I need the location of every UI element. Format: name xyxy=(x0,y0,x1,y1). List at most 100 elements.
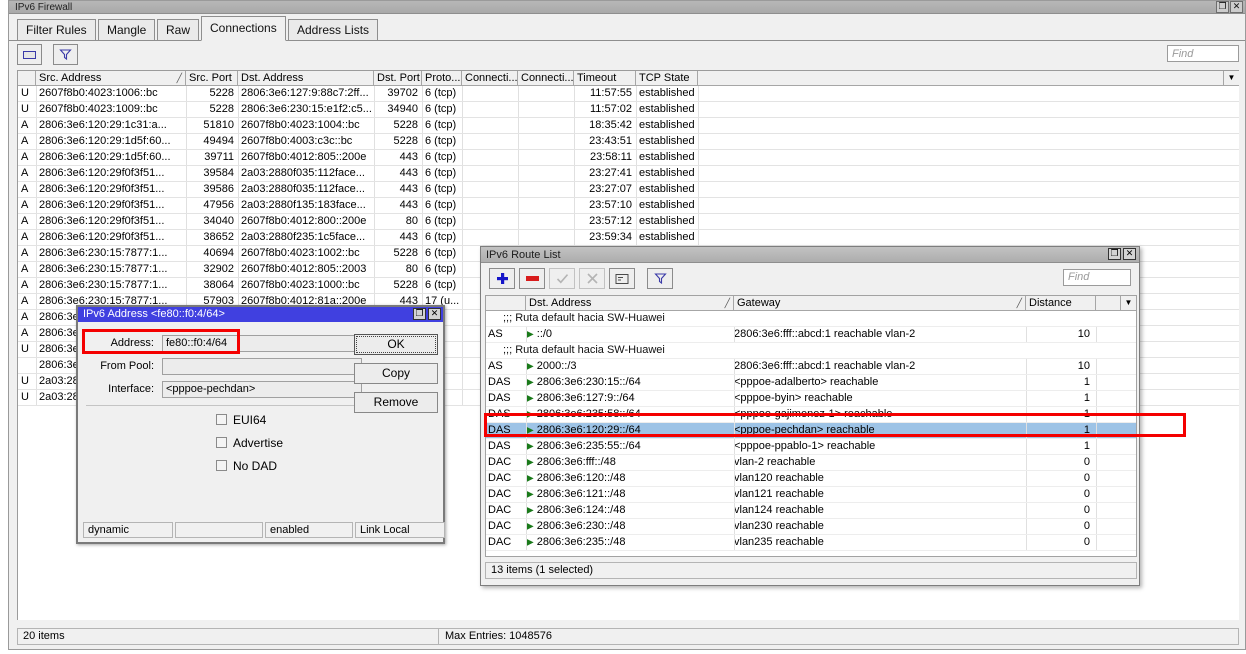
enable-route-button[interactable] xyxy=(549,268,575,289)
column-header-tcp_state[interactable]: TCP State xyxy=(636,71,698,85)
ok-button[interactable]: OK xyxy=(354,334,438,355)
column-divider xyxy=(1026,423,1027,438)
route-row[interactable]: DAS▶ 2806:3e6:120:29::/64<pppoe-pechdan>… xyxy=(486,423,1136,439)
interface-input[interactable]: <pppoe-pechdan> xyxy=(162,381,362,398)
route-row[interactable]: AS▶ 2000::/32806:3e6:fff::abcd:1 reachab… xyxy=(486,359,1136,375)
column-header-src_address[interactable]: Src. Address╱ xyxy=(36,71,186,85)
route-column-header-gateway[interactable]: Gateway╱ xyxy=(734,296,1026,310)
route-column-header-dst_address[interactable]: Dst. Address╱ xyxy=(526,296,734,310)
route-row[interactable]: DAS▶ 2806:3e6:235:58::/64<pppoe-gajimene… xyxy=(486,407,1136,423)
address-input[interactable]: fe80::f0:4/64 xyxy=(162,335,362,352)
column-header-flag[interactable] xyxy=(18,71,36,85)
column-divider xyxy=(518,118,519,133)
table-row[interactable]: A2806:3e6:120:29f0f3f51...395842a03:2880… xyxy=(18,166,1239,182)
column-divider xyxy=(574,86,575,101)
route-row[interactable]: DAC▶ 2806:3e6:230::/48vlan230 reachable0 xyxy=(486,519,1136,535)
table-row[interactable]: A2806:3e6:120:29:1d5f:60...397112607f8b0… xyxy=(18,150,1239,166)
route-row[interactable]: DAS▶ 2806:3e6:127:9::/64<pppoe-byin> rea… xyxy=(486,391,1136,407)
table-row[interactable]: U2607f8b0:4023:1009::bc52282806:3e6:230:… xyxy=(18,102,1239,118)
table-row[interactable]: A2806:3e6:120:29:1c31:a...518102607f8b0:… xyxy=(18,118,1239,134)
remove-route-button[interactable] xyxy=(519,268,545,289)
sort-ascending-icon: ╱ xyxy=(725,296,730,310)
column-divider xyxy=(36,310,37,325)
tab-address-lists[interactable]: Address Lists xyxy=(288,19,378,40)
cell-proto: 6 (tcp) xyxy=(422,246,462,261)
route-row[interactable]: DAC▶ 2806:3e6:fff::/48vlan-2 reachable0 xyxy=(486,455,1136,471)
tab-raw[interactable]: Raw xyxy=(157,19,199,40)
route-filter-button[interactable] xyxy=(647,268,673,289)
checkbox-eui64[interactable]: EUI64 xyxy=(216,413,266,428)
firewall-find-input[interactable]: Find xyxy=(1167,45,1239,62)
column-divider xyxy=(462,374,463,389)
route-column-chooser-chevron-down-icon[interactable]: ▼ xyxy=(1120,296,1136,310)
table-row[interactable]: A2806:3e6:120:29f0f3f51...395862a03:2880… xyxy=(18,182,1239,198)
route-find-input[interactable]: Find xyxy=(1063,269,1131,286)
close-icon[interactable]: ✕ xyxy=(1123,248,1136,260)
filter-button[interactable] xyxy=(53,44,78,65)
checkbox-no-dad[interactable]: No DAD xyxy=(216,459,277,474)
route-column-header-flags[interactable] xyxy=(486,296,526,310)
column-header-spare[interactable] xyxy=(698,71,1239,85)
close-icon[interactable]: ✕ xyxy=(428,308,441,320)
restore-icon[interactable]: ❐ xyxy=(413,308,426,320)
route-row[interactable]: DAC▶ 2806:3e6:124::/48vlan124 reachable0 xyxy=(486,503,1136,519)
route-comment-row[interactable]: ;;; Ruta default hacia SW-Huawei xyxy=(486,311,1136,327)
tab-filter-rules[interactable]: Filter Rules xyxy=(17,19,96,40)
route-column-header-distance[interactable]: Distance xyxy=(1026,296,1096,310)
column-header-src_port[interactable]: Src. Port xyxy=(186,71,238,85)
route-row[interactable]: DAS▶ 2806:3e6:235:55::/64<pppoe-ppablo-1… xyxy=(486,439,1136,455)
cell-flag: U xyxy=(18,342,36,357)
restore-icon[interactable]: ❐ xyxy=(1108,248,1121,260)
status-segment: enabled xyxy=(265,522,353,538)
table-row[interactable]: A2806:3e6:120:29:1d5f:60...494942607f8b0… xyxy=(18,134,1239,150)
column-header-dst_address[interactable]: Dst. Address xyxy=(238,71,374,85)
column-divider xyxy=(238,118,239,133)
route-row[interactable]: DAS▶ 2806:3e6:230:15::/64<pppoe-adalbert… xyxy=(486,375,1136,391)
cell-src_port: 38064 xyxy=(186,278,238,293)
route-row[interactable]: DAC▶ 2806:3e6:235::/48vlan235 reachable0 xyxy=(486,535,1136,551)
remove-button[interactable]: Remove xyxy=(354,392,438,413)
from-pool-input[interactable] xyxy=(162,358,362,375)
route-row[interactable]: DAC▶ 2806:3e6:121::/48vlan121 reachable0 xyxy=(486,487,1136,503)
column-divider xyxy=(734,487,735,502)
table-row[interactable]: A2806:3e6:120:29f0f3f51...340402607f8b0:… xyxy=(18,214,1239,230)
checkbox-advertise[interactable]: Advertise xyxy=(216,436,283,451)
cell-src_address: 2806:3e6:230:15:7877:1... xyxy=(36,278,186,293)
column-divider xyxy=(36,390,37,405)
cell-tcp_state: established xyxy=(636,214,698,229)
remove-button[interactable] xyxy=(17,44,42,65)
column-divider xyxy=(374,102,375,117)
cell-flag: A xyxy=(18,150,36,165)
column-header-proto[interactable]: Proto... xyxy=(422,71,462,85)
table-row[interactable]: U2607f8b0:4023:1006::bc52282806:3e6:127:… xyxy=(18,86,1239,102)
comment-route-button[interactable] xyxy=(609,268,635,289)
column-header-conn2[interactable]: Connecti... xyxy=(518,71,574,85)
route-row[interactable]: AS▶ ::/02806:3e6:fff::abcd:1 reachable v… xyxy=(486,327,1136,343)
route-cell-flags: DAS xyxy=(486,407,526,422)
column-header-timeout[interactable]: Timeout xyxy=(574,71,636,85)
route-comment-row[interactable]: ;;; Ruta default hacia SW-Huawei xyxy=(486,343,1136,359)
table-row[interactable]: A2806:3e6:120:29f0f3f51...386522a03:2880… xyxy=(18,230,1239,246)
add-route-button[interactable] xyxy=(489,268,515,289)
close-icon[interactable]: ✕ xyxy=(1230,1,1243,13)
column-divider xyxy=(526,455,527,470)
minus-icon xyxy=(526,276,539,281)
tab-mangle[interactable]: Mangle xyxy=(98,19,155,40)
cell-tcp_state: established xyxy=(636,134,698,149)
column-divider xyxy=(636,166,637,181)
route-row[interactable]: DAC▶ 2806:3e6:120::/48vlan120 reachable0 xyxy=(486,471,1136,487)
column-divider xyxy=(1096,471,1097,486)
route-cell-flags: DAC xyxy=(486,535,526,550)
disable-route-button[interactable] xyxy=(579,268,605,289)
restore-icon[interactable]: ❐ xyxy=(1216,1,1229,13)
table-row[interactable]: A2806:3e6:120:29f0f3f51...479562a03:2880… xyxy=(18,198,1239,214)
copy-button[interactable]: Copy xyxy=(354,363,438,384)
column-header-conn1[interactable]: Connecti... xyxy=(462,71,518,85)
column-header-dst_port[interactable]: Dst. Port xyxy=(374,71,422,85)
column-chooser-chevron-down-icon[interactable]: ▼ xyxy=(1223,71,1239,85)
tab-connections[interactable]: Connections xyxy=(201,16,286,41)
column-header-label: Src. Address xyxy=(39,72,101,84)
column-divider xyxy=(36,102,37,117)
address-dialog-titlebar: IPv6 Address <fe80::f0:4/64> ❐ ✕ xyxy=(78,307,443,322)
route-dst-address-text: 2806:3e6:230::/48 xyxy=(534,520,626,532)
